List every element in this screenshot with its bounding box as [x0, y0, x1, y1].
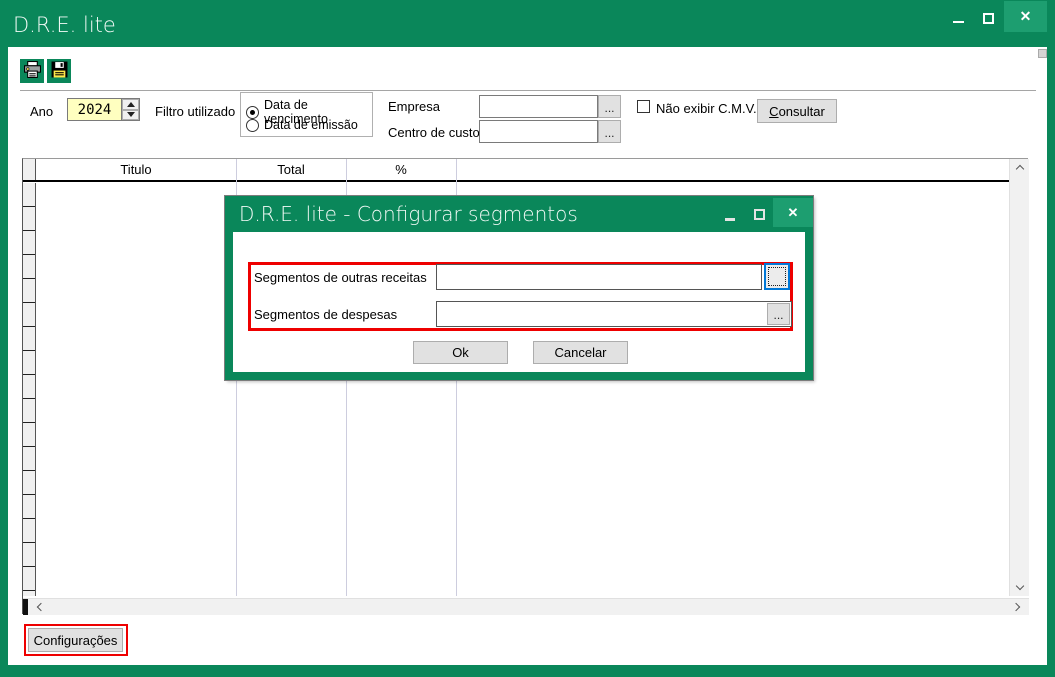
empresa-input-wrap — [479, 95, 598, 118]
close-icon: ✕ — [1020, 8, 1032, 25]
save-floppy-icon — [51, 61, 68, 81]
segmentos-despesas-input[interactable] — [437, 302, 791, 326]
configuracoes-button[interactable]: Configurações — [28, 628, 123, 652]
spin-up-button[interactable] — [122, 99, 139, 110]
consultar-label: Consultar — [769, 104, 825, 119]
centro-custo-input[interactable] — [480, 121, 597, 142]
chevron-down-icon — [1015, 582, 1023, 590]
empresa-input[interactable] — [480, 96, 597, 117]
radio-label: Data de emissão — [264, 118, 358, 132]
spin-down-button[interactable] — [122, 110, 139, 121]
toolbar-separator — [20, 90, 1036, 92]
consultar-button[interactable]: Consultar — [757, 99, 837, 123]
arrow-up-icon — [127, 102, 135, 107]
dialog-body: Segmentos de outras receitas Segmentos d… — [233, 232, 805, 372]
save-button[interactable] — [47, 59, 71, 83]
radio-data-emissao[interactable]: Data de emissão — [246, 118, 358, 132]
print-button[interactable] — [20, 59, 44, 83]
scroll-left-button[interactable] — [29, 599, 49, 615]
printer-icon — [24, 61, 41, 81]
cancelar-label: Cancelar — [554, 345, 606, 360]
dialog-close-button[interactable]: ✕ — [773, 198, 813, 227]
segmentos-outras-receitas-browse-button[interactable] — [764, 263, 790, 290]
header-underline — [23, 180, 1009, 182]
grid-corner-cell[interactable] — [23, 159, 36, 181]
chevron-right-icon — [1011, 603, 1019, 611]
radio-icon[interactable] — [246, 106, 259, 119]
filtro-utilizado-label: Filtro utilizado — [155, 104, 235, 119]
configurar-segmentos-dialog: D.R.E. lite - Configurar segmentos ✕ Seg… — [225, 196, 813, 380]
maximize-icon[interactable] — [983, 13, 994, 24]
column-header-titulo[interactable]: Titulo — [36, 162, 236, 177]
segmentos-despesas-browse-button[interactable]: ... — [767, 303, 790, 325]
vertical-scrollbar[interactable] — [1009, 159, 1029, 596]
segmentos-despesas-input-wrap — [436, 301, 792, 327]
year-spin-buttons — [121, 99, 139, 120]
year-input[interactable] — [68, 99, 121, 120]
column-header-total[interactable]: Total — [236, 162, 346, 177]
filtro-radio-group: Data de vencimento Data de emissão — [240, 92, 373, 137]
horizontal-scrollbar[interactable] — [23, 598, 1029, 615]
dialog-maximize-icon[interactable] — [754, 209, 765, 220]
configuracoes-label: Configurações — [34, 633, 118, 648]
dialog-minimize-icon[interactable] — [725, 218, 735, 221]
chevron-up-icon — [1015, 165, 1023, 173]
chevron-left-icon — [36, 603, 44, 611]
cancelar-button[interactable]: Cancelar — [533, 341, 628, 364]
year-spinner — [67, 98, 140, 121]
dialog-close-icon: ✕ — [788, 205, 799, 221]
segmentos-despesas-label: Segmentos de despesas — [254, 307, 397, 322]
centro-custo-label: Centro de custo — [388, 125, 480, 140]
horizontal-scroll-thumb[interactable] — [23, 599, 28, 615]
scroll-right-button[interactable] — [1007, 599, 1027, 615]
scroll-down-button[interactable] — [1010, 579, 1029, 596]
empresa-label: Empresa — [388, 99, 440, 114]
segmentos-outras-receitas-input-wrap — [436, 264, 762, 290]
panel-grip — [1038, 49, 1047, 58]
segmentos-outras-receitas-input[interactable] — [437, 265, 761, 289]
grid-row-header-column[interactable] — [23, 183, 36, 596]
ok-label: Ok — [452, 345, 469, 360]
empresa-browse-button[interactable]: ... — [598, 95, 621, 118]
minimize-icon[interactable] — [953, 21, 964, 23]
ok-button[interactable]: Ok — [413, 341, 508, 364]
segmentos-outras-receitas-label: Segmentos de outras receitas — [254, 270, 427, 285]
radio-icon[interactable] — [246, 119, 259, 132]
window-title: D.R.E. lite — [13, 13, 116, 37]
centro-custo-browse-button[interactable]: ... — [598, 120, 621, 143]
close-button[interactable]: ✕ — [1004, 1, 1047, 32]
nao-exibir-cmv-label: Não exibir C.M.V. — [656, 101, 757, 116]
centro-custo-input-wrap — [479, 120, 598, 143]
scroll-up-button[interactable] — [1010, 159, 1029, 176]
dialog-title: D.R.E. lite - Configurar segmentos — [239, 202, 578, 226]
arrow-down-icon — [127, 112, 135, 117]
ano-label: Ano — [30, 104, 53, 119]
column-header-percent[interactable]: % — [346, 162, 456, 177]
nao-exibir-cmv-checkbox[interactable] — [637, 100, 650, 113]
